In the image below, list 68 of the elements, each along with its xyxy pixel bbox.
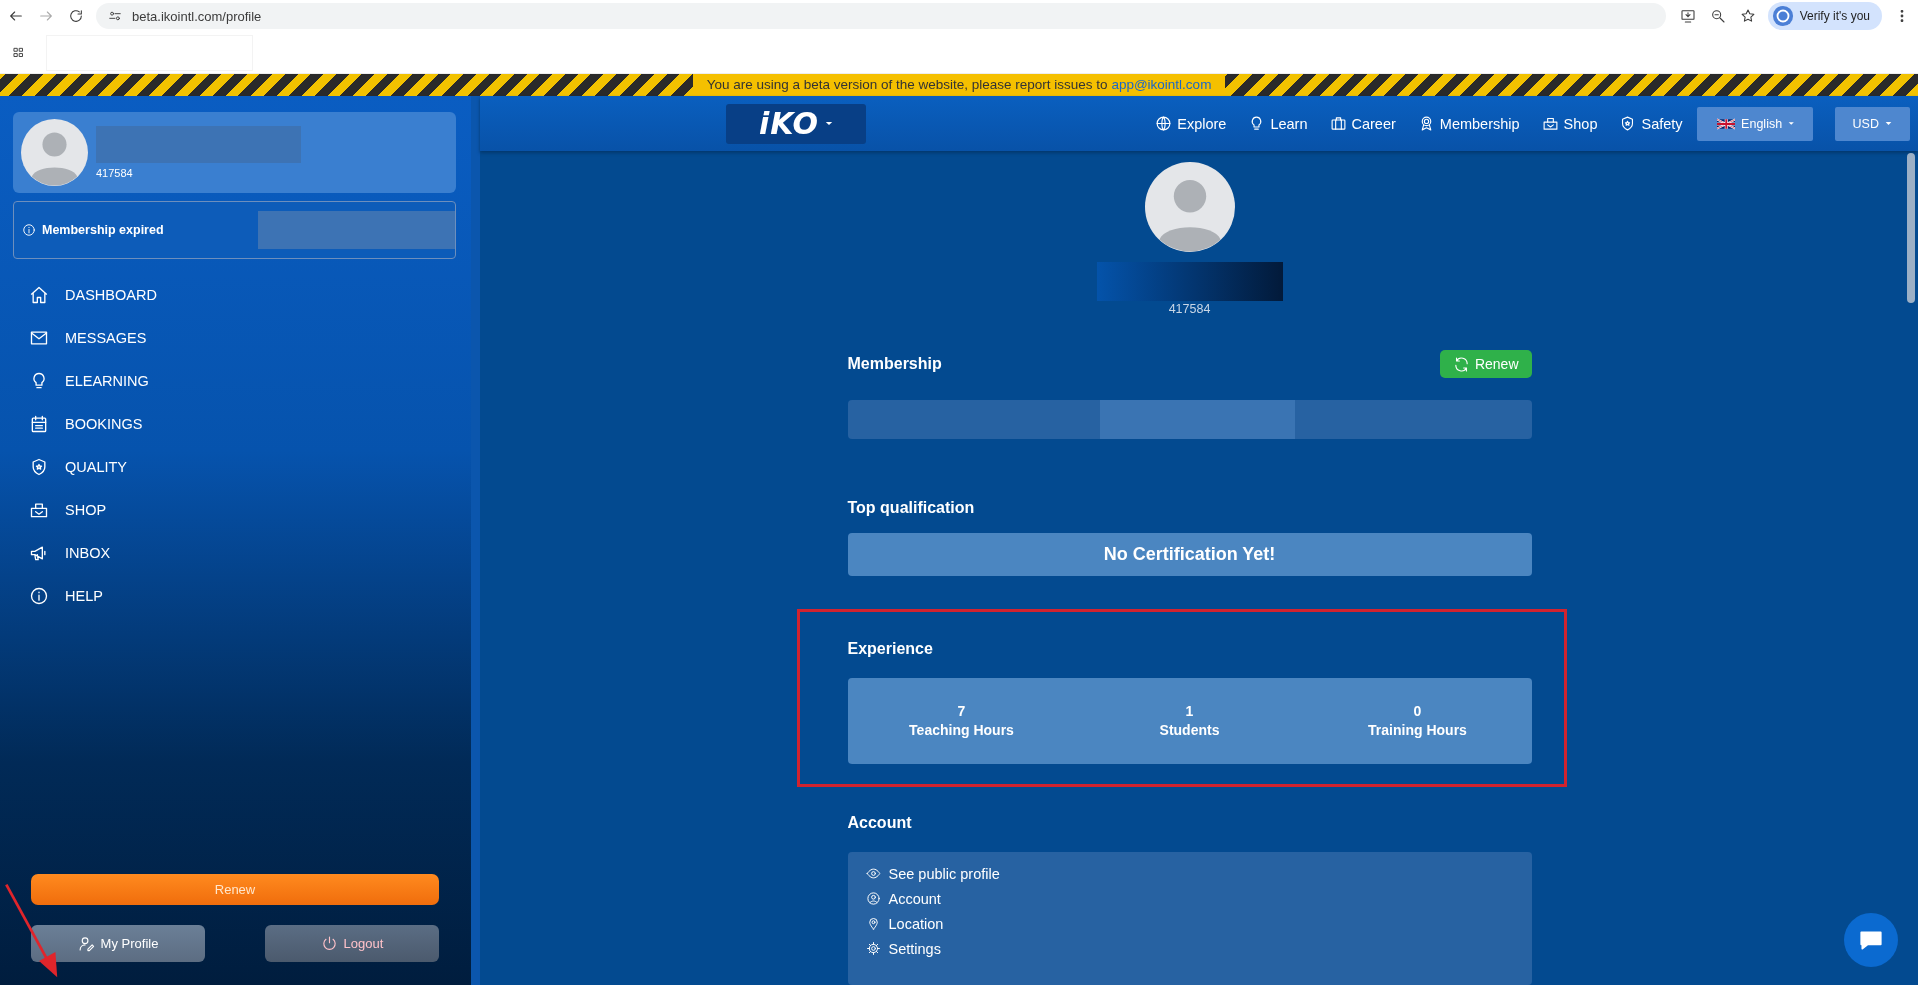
sidebar-item[interactable]: INBOX — [13, 531, 456, 574]
sidebar-item[interactable]: SHOP — [13, 488, 456, 531]
section-title: Experience — [847, 639, 934, 658]
my-profile-button[interactable]: My Profile — [31, 925, 205, 962]
profile-button[interactable]: Verify it's you — [1767, 2, 1882, 30]
sidebar-item[interactable]: BOOKINGS — [13, 402, 456, 445]
caret-icon — [1885, 121, 1892, 126]
beta-notice: You are using a beta version of the website, please report issues to app@ikointl.com — [692, 74, 1226, 96]
chat-button[interactable] — [1844, 913, 1898, 967]
site-settings-icon[interactable] — [108, 9, 122, 23]
section-title: Membership — [847, 355, 942, 373]
nav-link[interactable]: Learn — [1248, 115, 1308, 132]
apps-grid-icon[interactable] — [12, 45, 26, 60]
section-title: Account — [847, 813, 913, 832]
bookmark-star-icon[interactable] — [1739, 8, 1756, 24]
briefcase-icon — [1329, 115, 1347, 132]
power-icon — [320, 935, 338, 952]
nav-link[interactable]: Safety — [1619, 115, 1683, 132]
nav-link[interactable]: Career — [1329, 115, 1396, 132]
home-icon — [29, 284, 49, 305]
sidebar-item[interactable]: QUALITY — [13, 445, 456, 488]
caret-icon — [1788, 121, 1795, 126]
install-app-icon[interactable] — [1679, 8, 1696, 24]
account-avatar-icon — [1771, 5, 1794, 27]
stat-label: Training Hours — [1368, 722, 1467, 739]
stat-value: 0 — [1413, 703, 1422, 720]
globe-icon — [1155, 115, 1173, 132]
nav-link[interactable]: Shop — [1541, 115, 1598, 132]
site-logo[interactable]: iKO — [726, 103, 866, 144]
stat-label: Teaching Hours — [909, 722, 1014, 739]
account-link[interactable]: Account — [865, 890, 1514, 907]
user-circle-icon — [865, 891, 881, 907]
stat-value: 7 — [957, 703, 966, 720]
member-id: 417584 — [96, 167, 134, 179]
reload-icon[interactable] — [68, 8, 84, 24]
zoom-icon[interactable] — [1709, 8, 1726, 24]
logout-button[interactable]: Logout — [265, 925, 439, 962]
uk-flag-icon — [1716, 117, 1736, 130]
currency-dropdown[interactable]: USD — [1834, 106, 1910, 141]
eye-icon — [865, 866, 881, 882]
refresh-icon — [1452, 355, 1470, 373]
user-pen-icon — [77, 935, 95, 952]
info-icon — [29, 585, 49, 606]
section-title: Top qualification — [847, 498, 976, 517]
address-field[interactable]: beta.ikointl.com/profile — [96, 3, 1666, 29]
qualification-card: No Certification Yet! — [847, 532, 1532, 576]
alert-text: Membership expired — [42, 223, 165, 237]
account-link[interactable]: Location — [865, 915, 1514, 932]
sidebar-item[interactable]: ELEARNING — [13, 359, 456, 402]
sidebar-item[interactable]: MESSAGES — [13, 316, 456, 359]
language-dropdown[interactable]: English — [1696, 106, 1813, 141]
caret-icon — [825, 121, 834, 126]
scrollbar[interactable] — [1907, 153, 1915, 303]
nav-link[interactable]: Membership — [1417, 115, 1520, 132]
shopping-bag-icon — [1541, 115, 1559, 132]
stat-value: 1 — [1185, 703, 1194, 720]
sidebar-item[interactable]: DASHBOARD — [13, 273, 456, 316]
stat-label: Students — [1159, 722, 1220, 739]
sidebar-item[interactable]: HELP — [13, 574, 456, 617]
nav-link[interactable]: Explore — [1155, 115, 1227, 132]
account-link[interactable]: Settings — [865, 940, 1514, 957]
account-link[interactable]: See public profile — [865, 865, 1514, 882]
calendar-icon — [29, 413, 49, 434]
avatar-placeholder — [21, 119, 88, 186]
settings-icon — [865, 941, 881, 957]
back-arrow-icon[interactable] — [8, 8, 24, 24]
info-icon — [22, 223, 36, 237]
member-id: 417584 — [1168, 302, 1211, 316]
